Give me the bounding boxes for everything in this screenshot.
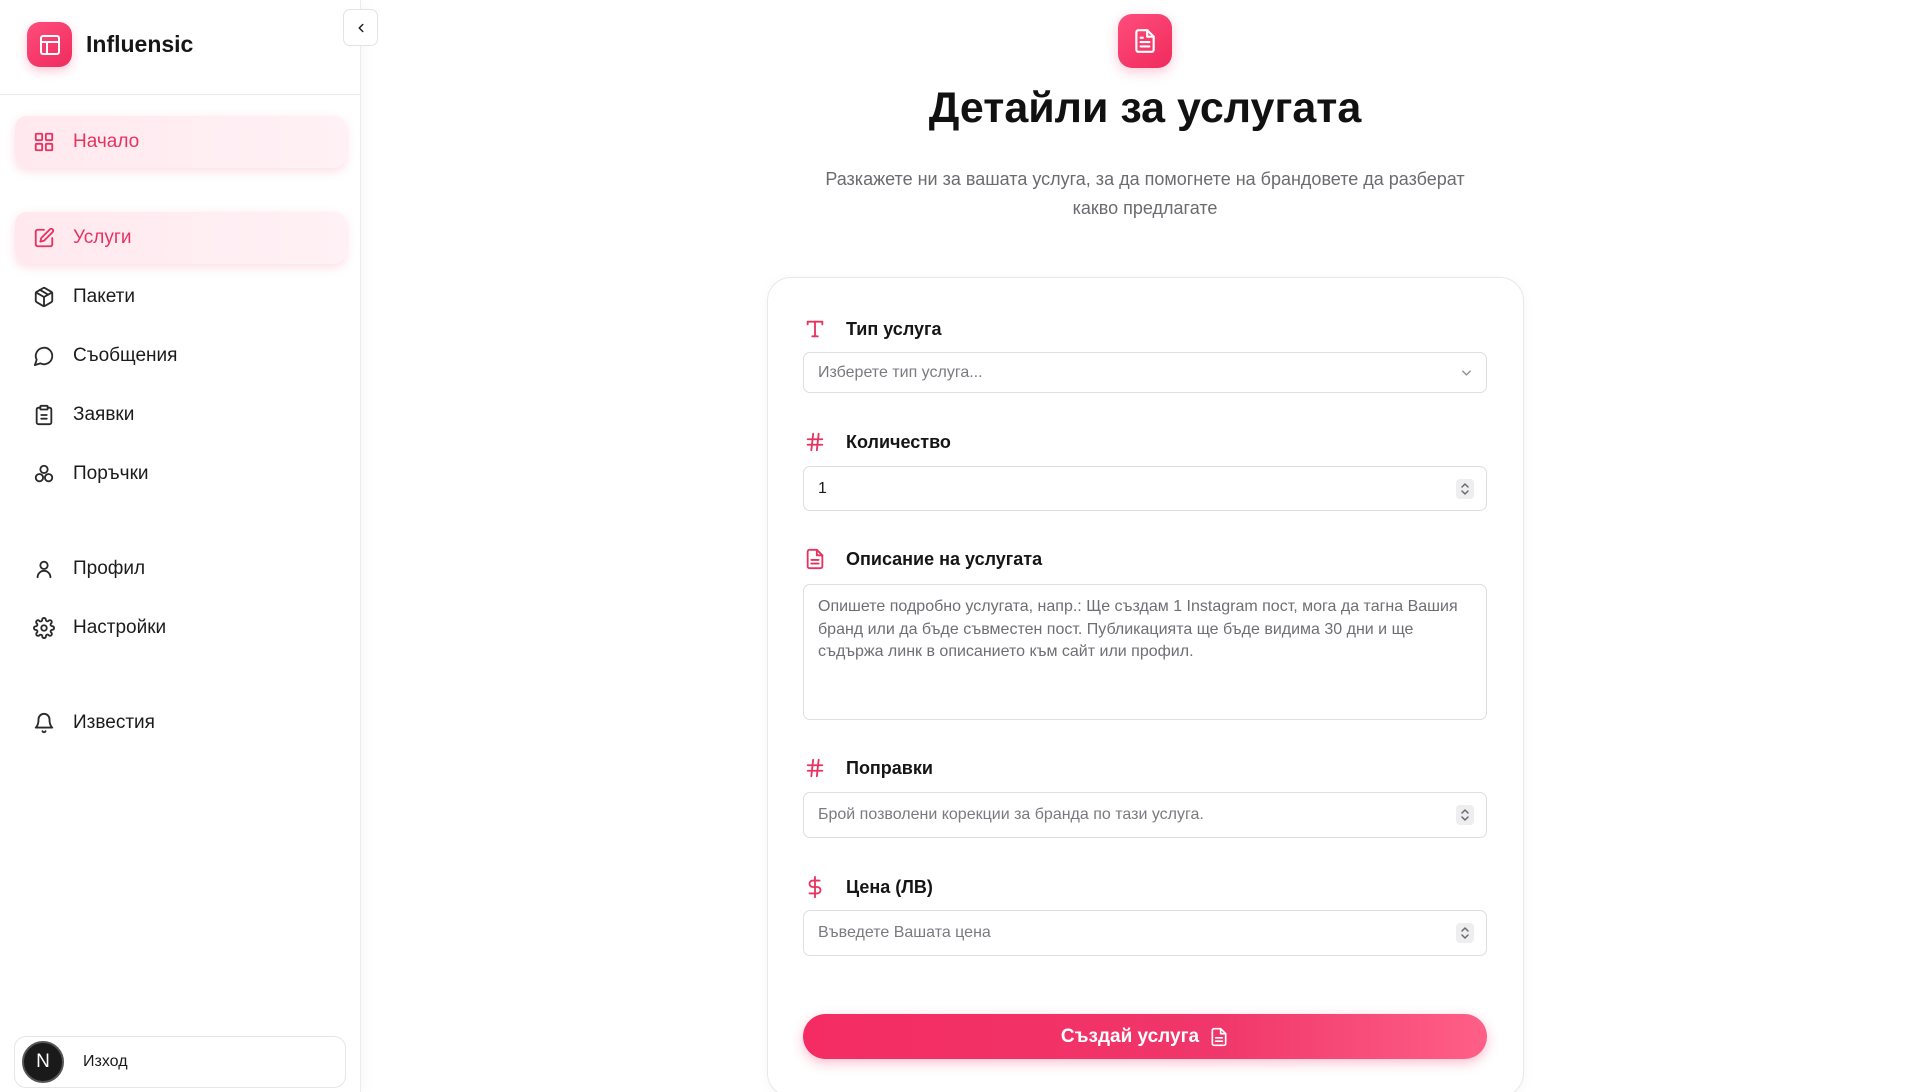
- price-input[interactable]: Въведете Вашата цена: [803, 910, 1487, 956]
- logout-button[interactable]: N Изход: [14, 1036, 346, 1088]
- page-subtitle: Разкажете ни за вашата услуга, за да пом…: [825, 169, 1465, 218]
- description-placeholder: Опишете подробно услугата, напр.: Ще съз…: [818, 598, 1458, 660]
- description-label-text: Описание на услугата: [846, 548, 1043, 569]
- boxes-icon: [32, 462, 56, 486]
- sidebar-item-label: Услуги: [73, 227, 132, 248]
- quantity-label-text: Количество: [846, 431, 951, 452]
- price-label-text: Цена (ЛВ): [846, 876, 933, 897]
- service-type-select[interactable]: Изберете тип услуга...: [803, 352, 1487, 393]
- stepper-icon[interactable]: [1456, 805, 1474, 825]
- hash-icon: [804, 757, 826, 779]
- file-text-icon: [1118, 14, 1172, 68]
- create-service-label: Създай услуга: [1060, 1025, 1200, 1047]
- sidebar-item-notifications[interactable]: Известия: [15, 697, 346, 749]
- sidebar: Influensic Начало Услуги Пакети Съобщени…: [0, 0, 361, 1092]
- bell-icon: [32, 711, 56, 735]
- sidebar-item-settings[interactable]: Настройки: [15, 602, 346, 654]
- create-service-button[interactable]: Създай услуга: [803, 1014, 1487, 1059]
- file-text-icon: [1209, 1027, 1229, 1047]
- sidebar-item-home[interactable]: Начало: [15, 116, 346, 168]
- hash-icon: [804, 431, 826, 453]
- sidebar-item-requests[interactable]: Заявки: [15, 389, 346, 441]
- brand[interactable]: Influensic: [27, 22, 193, 67]
- revisions-placeholder: Брой позволени корекции за бранда по таз…: [818, 806, 1204, 823]
- collapse-sidebar-button[interactable]: [343, 9, 378, 46]
- gear-icon: [32, 616, 56, 640]
- page-title: Детайли за услугата: [928, 84, 1362, 132]
- stepper-icon[interactable]: [1456, 923, 1474, 943]
- clipboard-icon: [32, 403, 56, 427]
- revisions-label-text: Поправки: [846, 757, 933, 778]
- price-placeholder: Въведете Вашата цена: [818, 924, 991, 941]
- sidebar-item-packages[interactable]: Пакети: [15, 271, 346, 323]
- layout-icon: [27, 22, 72, 67]
- logout-label: Изход: [83, 1053, 128, 1070]
- description-textarea[interactable]: Опишете подробно услугата, напр.: Ще съз…: [803, 584, 1487, 720]
- sidebar-item-messages[interactable]: Съобщения: [15, 330, 346, 382]
- quantity-stepper[interactable]: 1: [803, 466, 1487, 511]
- message-icon: [32, 344, 56, 368]
- service-type-label: Тип услуга: [804, 318, 942, 340]
- price-label: Цена (ЛВ): [804, 876, 933, 898]
- type-icon: [804, 318, 826, 340]
- sidebar-item-label: Начало: [73, 131, 140, 152]
- user-icon: [32, 557, 56, 581]
- stepper-icon[interactable]: [1456, 478, 1474, 499]
- description-label: Описание на услугата: [804, 548, 1042, 570]
- sidebar-item-label: Поръчки: [73, 463, 149, 484]
- sidebar-item-label: Известия: [73, 712, 155, 733]
- file-text-icon: [804, 548, 826, 570]
- brand-name: Influensic: [86, 31, 194, 57]
- sidebar-item-label: Профил: [73, 558, 146, 579]
- revisions-input[interactable]: Брой позволени корекции за бранда по таз…: [803, 792, 1487, 838]
- service-type-placeholder: Изберете тип услуга...: [818, 363, 983, 381]
- sidebar-item-label: Пакети: [73, 286, 136, 307]
- grid-icon: [32, 130, 56, 154]
- chevron-left-icon: [354, 21, 368, 35]
- divider: [0, 94, 361, 95]
- chevron-down-icon: [1459, 365, 1474, 380]
- quantity-value: 1: [818, 479, 827, 497]
- sidebar-item-label: Настройки: [73, 617, 167, 638]
- avatar: N: [22, 1041, 64, 1083]
- service-type-label-text: Тип услуга: [846, 318, 942, 339]
- sidebar-item-label: Съобщения: [73, 345, 178, 366]
- sidebar-item-services[interactable]: Услуги: [15, 212, 346, 264]
- sidebar-item-label: Заявки: [73, 404, 135, 425]
- package-icon: [32, 285, 56, 309]
- dollar-icon: [804, 876, 826, 898]
- edit-icon: [32, 226, 56, 250]
- quantity-label: Количество: [804, 431, 951, 453]
- sidebar-item-orders[interactable]: Поръчки: [15, 448, 346, 500]
- sidebar-item-profile[interactable]: Профил: [15, 543, 346, 595]
- revisions-label: Поправки: [804, 757, 933, 779]
